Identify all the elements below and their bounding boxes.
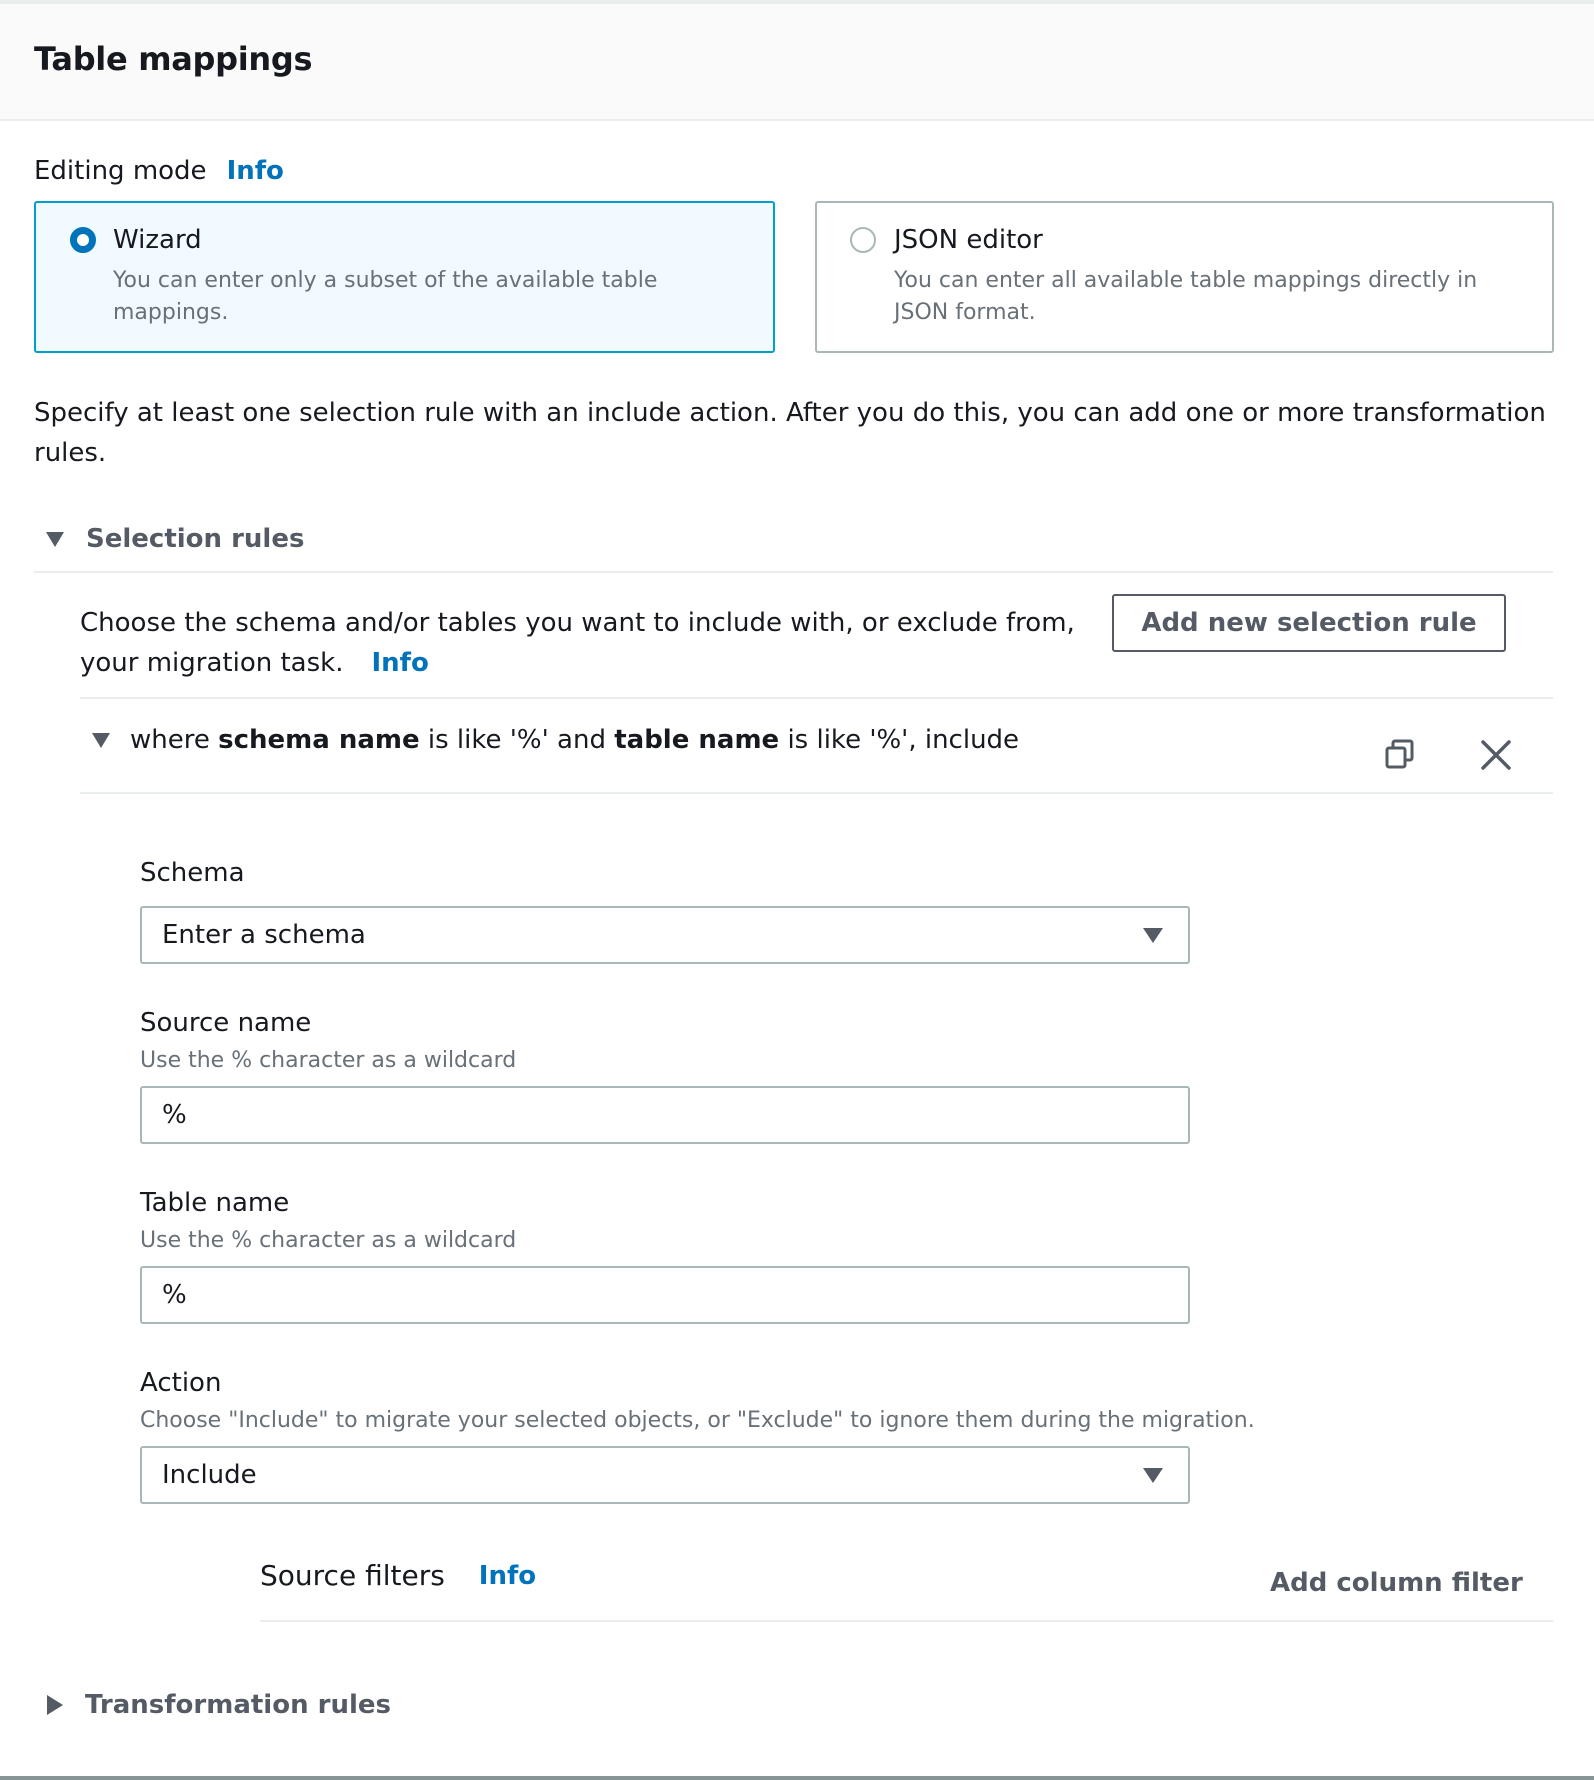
caret-right-icon [47,1695,63,1715]
table-name-label: Table name [140,1188,290,1218]
wizard-option-title: Wizard [113,225,202,255]
copy-rule-button[interactable] [1382,736,1418,772]
caret-down-icon [92,732,110,748]
divider [80,697,1553,699]
source-filters-label: Source filters [260,1559,445,1592]
close-icon [1481,740,1511,770]
selection-rules-description: Choose the schema and/or tables you want… [80,603,1110,683]
editing-mode-label-row: Editing mode Info [34,156,284,186]
action-select[interactable]: Include [140,1446,1190,1504]
rule-summary-part: is like '%', include [779,725,1020,755]
wizard-option-tile[interactable]: Wizard You can enter only a subset of th… [34,201,775,353]
source-name-hint: Use the % character as a wildcard [140,1048,517,1073]
copy-icon [1385,739,1414,769]
rule-summary-field: table name [614,725,780,755]
caret-down-icon [1143,1468,1163,1483]
add-new-selection-rule-button[interactable]: Add new selection rule [1112,594,1506,652]
editing-mode-label: Editing mode [34,156,207,186]
editing-mode-info-link[interactable]: Info [227,156,284,186]
selection-rules-info-link[interactable]: Info [371,648,428,678]
wizard-radio[interactable] [70,227,96,253]
divider [34,571,1553,573]
remove-rule-button[interactable] [1478,737,1514,773]
source-name-value: % [162,1100,187,1130]
rule-summary-field: schema name [218,725,420,755]
rule-summary-part: where [130,725,219,755]
action-hint: Choose "Include" to migrate your selecte… [140,1408,1255,1433]
page-title: Table mappings [34,40,313,78]
json-editor-radio[interactable] [850,227,876,253]
divider [260,1620,1553,1622]
selection-rules-description-text: Choose the schema and/or tables you want… [80,608,1075,678]
rule-summary: where schema name is like '%' and table … [130,725,1019,755]
rule-toggle[interactable]: where schema name is like '%' and table … [92,725,1019,755]
intro-text: Specify at least one selection rule with… [34,398,1546,468]
caret-down-icon [1143,928,1163,943]
source-name-label: Source name [140,1008,312,1038]
schema-label: Schema [140,858,245,888]
caret-down-icon [46,531,64,547]
table-name-input[interactable]: % [140,1266,1190,1324]
table-name-hint: Use the % character as a wildcard [140,1228,517,1253]
selection-rules-heading: Selection rules [86,524,305,554]
json-editor-option-title: JSON editor [894,225,1043,255]
selection-rules-toggle[interactable]: Selection rules [34,524,304,554]
source-filters-header: Source filters Info [260,1559,536,1592]
schema-select[interactable]: Enter a schema [140,906,1190,964]
transformation-rules-heading: Transformation rules [85,1690,391,1720]
action-label: Action [140,1368,222,1398]
action-select-value: Include [162,1460,257,1490]
json-editor-option-tile[interactable]: JSON editor You can enter all available … [815,201,1554,353]
transformation-rules-toggle[interactable]: Transformation rules [47,1690,391,1720]
add-column-filter-button[interactable]: Add column filter [1270,1568,1523,1598]
wizard-option-description: You can enter only a subset of the avail… [113,268,658,325]
json-editor-option-description: You can enter all available table mappin… [894,268,1478,325]
source-filters-info-link[interactable]: Info [479,1561,536,1591]
schema-select-value: Enter a schema [162,920,366,950]
bottom-border [0,1776,1594,1780]
divider [80,792,1553,794]
rule-summary-part: is like '%' and [419,725,615,755]
source-name-input[interactable]: % [140,1086,1190,1144]
table-name-value: % [162,1280,187,1310]
